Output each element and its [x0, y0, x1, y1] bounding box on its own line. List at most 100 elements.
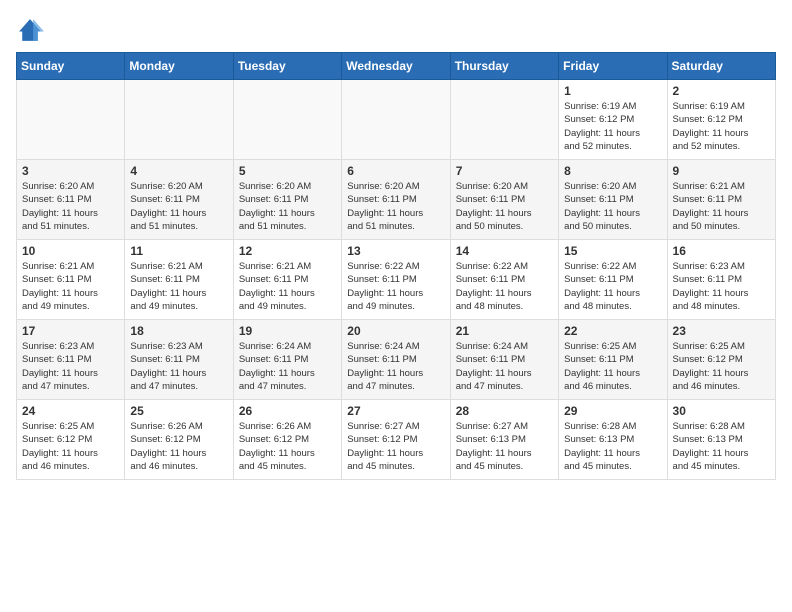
- calendar-cell: 20 Sunrise: 6:24 AM Sunset: 6:11 PM Dayli…: [342, 320, 450, 400]
- calendar-cell: 24 Sunrise: 6:25 AM Sunset: 6:12 PM Dayli…: [17, 400, 125, 480]
- calendar-week-row: 17 Sunrise: 6:23 AM Sunset: 6:11 PM Dayli…: [17, 320, 776, 400]
- calendar-cell: 6 Sunrise: 6:20 AM Sunset: 6:11 PM Daylig…: [342, 160, 450, 240]
- calendar-cell: 2 Sunrise: 6:19 AM Sunset: 6:12 PM Daylig…: [667, 80, 775, 160]
- weekday-header-friday: Friday: [559, 53, 667, 80]
- calendar-cell: 19 Sunrise: 6:24 AM Sunset: 6:11 PM Dayli…: [233, 320, 341, 400]
- weekday-header-tuesday: Tuesday: [233, 53, 341, 80]
- calendar-cell: 30Sunrise: 6:28 AM Sunset: 6:13 PM Dayli…: [667, 400, 775, 480]
- day-number: 4: [130, 164, 227, 178]
- day-info: Sunrise: 6:27 AM Sunset: 6:12 PM Dayligh…: [347, 420, 444, 473]
- day-info: Sunrise: 6:23 AM Sunset: 6:11 PM Dayligh…: [130, 340, 227, 393]
- day-number: 15: [564, 244, 661, 258]
- calendar-cell: 14Sunrise: 6:22 AM Sunset: 6:11 PM Dayli…: [450, 240, 558, 320]
- weekday-header-row: SundayMondayTuesdayWednesdayThursdayFrid…: [17, 53, 776, 80]
- day-number: 19: [239, 324, 336, 338]
- day-number: 17: [22, 324, 119, 338]
- day-info: Sunrise: 6:21 AM Sunset: 6:11 PM Dayligh…: [130, 260, 227, 313]
- day-info: Sunrise: 6:20 AM Sunset: 6:11 PM Dayligh…: [347, 180, 444, 233]
- day-number: 16: [673, 244, 770, 258]
- calendar-cell: 18 Sunrise: 6:23 AM Sunset: 6:11 PM Dayli…: [125, 320, 233, 400]
- day-info: Sunrise: 6:26 AM Sunset: 6:12 PM Dayligh…: [130, 420, 227, 473]
- calendar-cell: 9Sunrise: 6:21 AM Sunset: 6:11 PM Daylig…: [667, 160, 775, 240]
- calendar-cell: [342, 80, 450, 160]
- day-number: 24: [22, 404, 119, 418]
- day-number: 14: [456, 244, 553, 258]
- day-info: Sunrise: 6:22 AM Sunset: 6:11 PM Dayligh…: [347, 260, 444, 313]
- weekday-header-thursday: Thursday: [450, 53, 558, 80]
- day-info: Sunrise: 6:20 AM Sunset: 6:11 PM Dayligh…: [130, 180, 227, 233]
- day-number: 9: [673, 164, 770, 178]
- logo: [16, 16, 48, 44]
- day-info: Sunrise: 6:24 AM Sunset: 6:11 PM Dayligh…: [347, 340, 444, 393]
- day-number: 2: [673, 84, 770, 98]
- day-number: 26: [239, 404, 336, 418]
- calendar-cell: 7 Sunrise: 6:20 AM Sunset: 6:11 PM Daylig…: [450, 160, 558, 240]
- calendar-cell: [17, 80, 125, 160]
- day-info: Sunrise: 6:25 AM Sunset: 6:12 PM Dayligh…: [673, 340, 770, 393]
- logo-icon: [16, 16, 44, 44]
- weekday-header-saturday: Saturday: [667, 53, 775, 80]
- calendar-table: SundayMondayTuesdayWednesdayThursdayFrid…: [16, 52, 776, 480]
- calendar-cell: [125, 80, 233, 160]
- day-info: Sunrise: 6:25 AM Sunset: 6:12 PM Dayligh…: [22, 420, 119, 473]
- calendar-cell: 25 Sunrise: 6:26 AM Sunset: 6:12 PM Dayli…: [125, 400, 233, 480]
- day-info: Sunrise: 6:20 AM Sunset: 6:11 PM Dayligh…: [239, 180, 336, 233]
- calendar-cell: 28Sunrise: 6:27 AM Sunset: 6:13 PM Dayli…: [450, 400, 558, 480]
- day-info: Sunrise: 6:19 AM Sunset: 6:12 PM Dayligh…: [673, 100, 770, 153]
- calendar-cell: 29Sunrise: 6:28 AM Sunset: 6:13 PM Dayli…: [559, 400, 667, 480]
- calendar-cell: 4 Sunrise: 6:20 AM Sunset: 6:11 PM Daylig…: [125, 160, 233, 240]
- day-info: Sunrise: 6:21 AM Sunset: 6:11 PM Dayligh…: [22, 260, 119, 313]
- day-info: Sunrise: 6:23 AM Sunset: 6:11 PM Dayligh…: [673, 260, 770, 313]
- calendar-cell: 27 Sunrise: 6:27 AM Sunset: 6:12 PM Dayli…: [342, 400, 450, 480]
- day-number: 21: [456, 324, 553, 338]
- day-number: 20: [347, 324, 444, 338]
- day-number: 13: [347, 244, 444, 258]
- day-number: 27: [347, 404, 444, 418]
- day-info: Sunrise: 6:21 AM Sunset: 6:11 PM Dayligh…: [239, 260, 336, 313]
- calendar-week-row: 3Sunrise: 6:20 AM Sunset: 6:11 PM Daylig…: [17, 160, 776, 240]
- day-info: Sunrise: 6:23 AM Sunset: 6:11 PM Dayligh…: [22, 340, 119, 393]
- day-info: Sunrise: 6:22 AM Sunset: 6:11 PM Dayligh…: [564, 260, 661, 313]
- day-number: 23: [673, 324, 770, 338]
- day-number: 25: [130, 404, 227, 418]
- calendar-cell: 17 Sunrise: 6:23 AM Sunset: 6:11 PM Dayli…: [17, 320, 125, 400]
- day-info: Sunrise: 6:20 AM Sunset: 6:11 PM Dayligh…: [456, 180, 553, 233]
- day-number: 18: [130, 324, 227, 338]
- day-info: Sunrise: 6:24 AM Sunset: 6:11 PM Dayligh…: [239, 340, 336, 393]
- day-info: Sunrise: 6:20 AM Sunset: 6:11 PM Dayligh…: [22, 180, 119, 233]
- day-number: 29: [564, 404, 661, 418]
- calendar-cell: 10 Sunrise: 6:21 AM Sunset: 6:11 PM Dayli…: [17, 240, 125, 320]
- calendar-week-row: 1Sunrise: 6:19 AM Sunset: 6:12 PM Daylig…: [17, 80, 776, 160]
- day-info: Sunrise: 6:26 AM Sunset: 6:12 PM Dayligh…: [239, 420, 336, 473]
- day-info: Sunrise: 6:28 AM Sunset: 6:13 PM Dayligh…: [673, 420, 770, 473]
- calendar-week-row: 24 Sunrise: 6:25 AM Sunset: 6:12 PM Dayli…: [17, 400, 776, 480]
- day-number: 28: [456, 404, 553, 418]
- calendar-cell: 26 Sunrise: 6:26 AM Sunset: 6:12 PM Dayli…: [233, 400, 341, 480]
- calendar-cell: [450, 80, 558, 160]
- calendar-cell: 8 Sunrise: 6:20 AM Sunset: 6:11 PM Daylig…: [559, 160, 667, 240]
- day-number: 6: [347, 164, 444, 178]
- weekday-header-sunday: Sunday: [17, 53, 125, 80]
- weekday-header-wednesday: Wednesday: [342, 53, 450, 80]
- day-info: Sunrise: 6:20 AM Sunset: 6:11 PM Dayligh…: [564, 180, 661, 233]
- day-number: 7: [456, 164, 553, 178]
- calendar-cell: 16 Sunrise: 6:23 AM Sunset: 6:11 PM Dayli…: [667, 240, 775, 320]
- day-info: Sunrise: 6:19 AM Sunset: 6:12 PM Dayligh…: [564, 100, 661, 153]
- day-number: 22: [564, 324, 661, 338]
- calendar-cell: 23 Sunrise: 6:25 AM Sunset: 6:12 PM Dayli…: [667, 320, 775, 400]
- calendar-cell: [233, 80, 341, 160]
- calendar-cell: 15 Sunrise: 6:22 AM Sunset: 6:11 PM Dayli…: [559, 240, 667, 320]
- day-number: 5: [239, 164, 336, 178]
- day-info: Sunrise: 6:25 AM Sunset: 6:11 PM Dayligh…: [564, 340, 661, 393]
- day-number: 11: [130, 244, 227, 258]
- calendar-cell: 22 Sunrise: 6:25 AM Sunset: 6:11 PM Dayli…: [559, 320, 667, 400]
- calendar-cell: 11 Sunrise: 6:21 AM Sunset: 6:11 PM Dayli…: [125, 240, 233, 320]
- calendar-cell: 5 Sunrise: 6:20 AM Sunset: 6:11 PM Daylig…: [233, 160, 341, 240]
- day-info: Sunrise: 6:24 AM Sunset: 6:11 PM Dayligh…: [456, 340, 553, 393]
- day-number: 8: [564, 164, 661, 178]
- weekday-header-monday: Monday: [125, 53, 233, 80]
- calendar-cell: 13 Sunrise: 6:22 AM Sunset: 6:11 PM Dayli…: [342, 240, 450, 320]
- calendar-cell: 21 Sunrise: 6:24 AM Sunset: 6:11 PM Dayli…: [450, 320, 558, 400]
- day-number: 10: [22, 244, 119, 258]
- day-number: 12: [239, 244, 336, 258]
